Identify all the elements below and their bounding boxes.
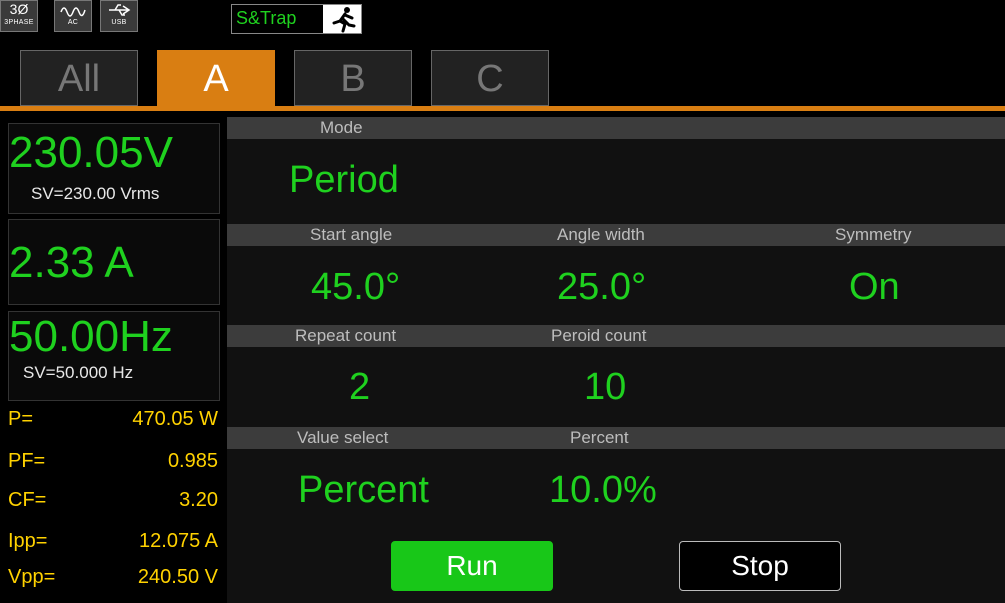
angle-width-value[interactable]: 25.0° <box>557 266 646 309</box>
symmetry-label: Symmetry <box>835 225 912 244</box>
tab-c[interactable]: C <box>431 50 549 106</box>
running-man-icon <box>323 5 361 33</box>
stat-ipp: Ipp= 12.075 A <box>8 530 218 552</box>
strap-label: S&Trap <box>236 8 297 28</box>
value-header: Value select Percent <box>227 427 1005 449</box>
tab-underline <box>0 106 1005 111</box>
stop-button[interactable]: Stop <box>679 541 841 591</box>
tab-all[interactable]: All <box>20 50 138 106</box>
stat-crest-factor: CF= 3.20 <box>8 489 218 511</box>
value-select-label: Value select <box>297 428 389 447</box>
mode-label: Mode <box>320 118 363 137</box>
value-select-value[interactable]: Percent <box>298 469 429 512</box>
count-header: Repeat count Peroid count <box>227 325 1005 347</box>
angle-header: Start angle Angle width Symmetry <box>227 224 1005 246</box>
strap-indicator: S&Trap <box>231 4 362 34</box>
period-count-label: Peroid count <box>551 326 647 345</box>
repeat-count-label: Repeat count <box>295 326 397 345</box>
tab-b[interactable]: B <box>294 50 412 106</box>
voltage-value: 230.05V <box>9 128 173 177</box>
period-count-value[interactable]: 10 <box>584 366 626 409</box>
frequency-readout: 50.00Hz SV=50.000 Hz <box>8 311 220 401</box>
stat-vpp: Vpp= 240.50 V <box>8 566 218 588</box>
voltage-setpoint: SV=230.00 Vrms <box>31 184 160 203</box>
three-phase-icon: 3Ø 3PHASE <box>0 0 38 32</box>
current-value: 2.33 A <box>9 238 134 287</box>
angle-width-label: Angle width <box>557 225 645 244</box>
frequency-value: 50.00Hz <box>9 312 173 361</box>
current-readout: 2.33 A <box>8 219 220 305</box>
percent-value[interactable]: 10.0% <box>549 469 657 512</box>
repeat-count-value[interactable]: 2 <box>349 366 370 409</box>
percent-label: Percent <box>570 428 629 447</box>
stat-power: P= 470.05 W <box>8 408 218 430</box>
ac-waveform-icon: AC <box>54 0 92 32</box>
voltage-readout: 230.05V SV=230.00 Vrms <box>8 123 220 214</box>
tab-a[interactable]: A <box>157 50 275 106</box>
start-angle-value[interactable]: 45.0° <box>311 266 400 309</box>
mode-value[interactable]: Period <box>289 159 399 202</box>
start-angle-label: Start angle <box>310 225 393 244</box>
run-button[interactable]: Run <box>391 541 553 591</box>
frequency-setpoint: SV=50.000 Hz <box>23 363 134 382</box>
settings-panel: Mode Period Start angle Angle width Symm… <box>227 117 1005 603</box>
usb-icon: USB <box>100 0 138 32</box>
symmetry-value[interactable]: On <box>849 266 900 309</box>
mode-header: Mode <box>227 117 1005 139</box>
stat-power-factor: PF= 0.985 <box>8 450 218 472</box>
